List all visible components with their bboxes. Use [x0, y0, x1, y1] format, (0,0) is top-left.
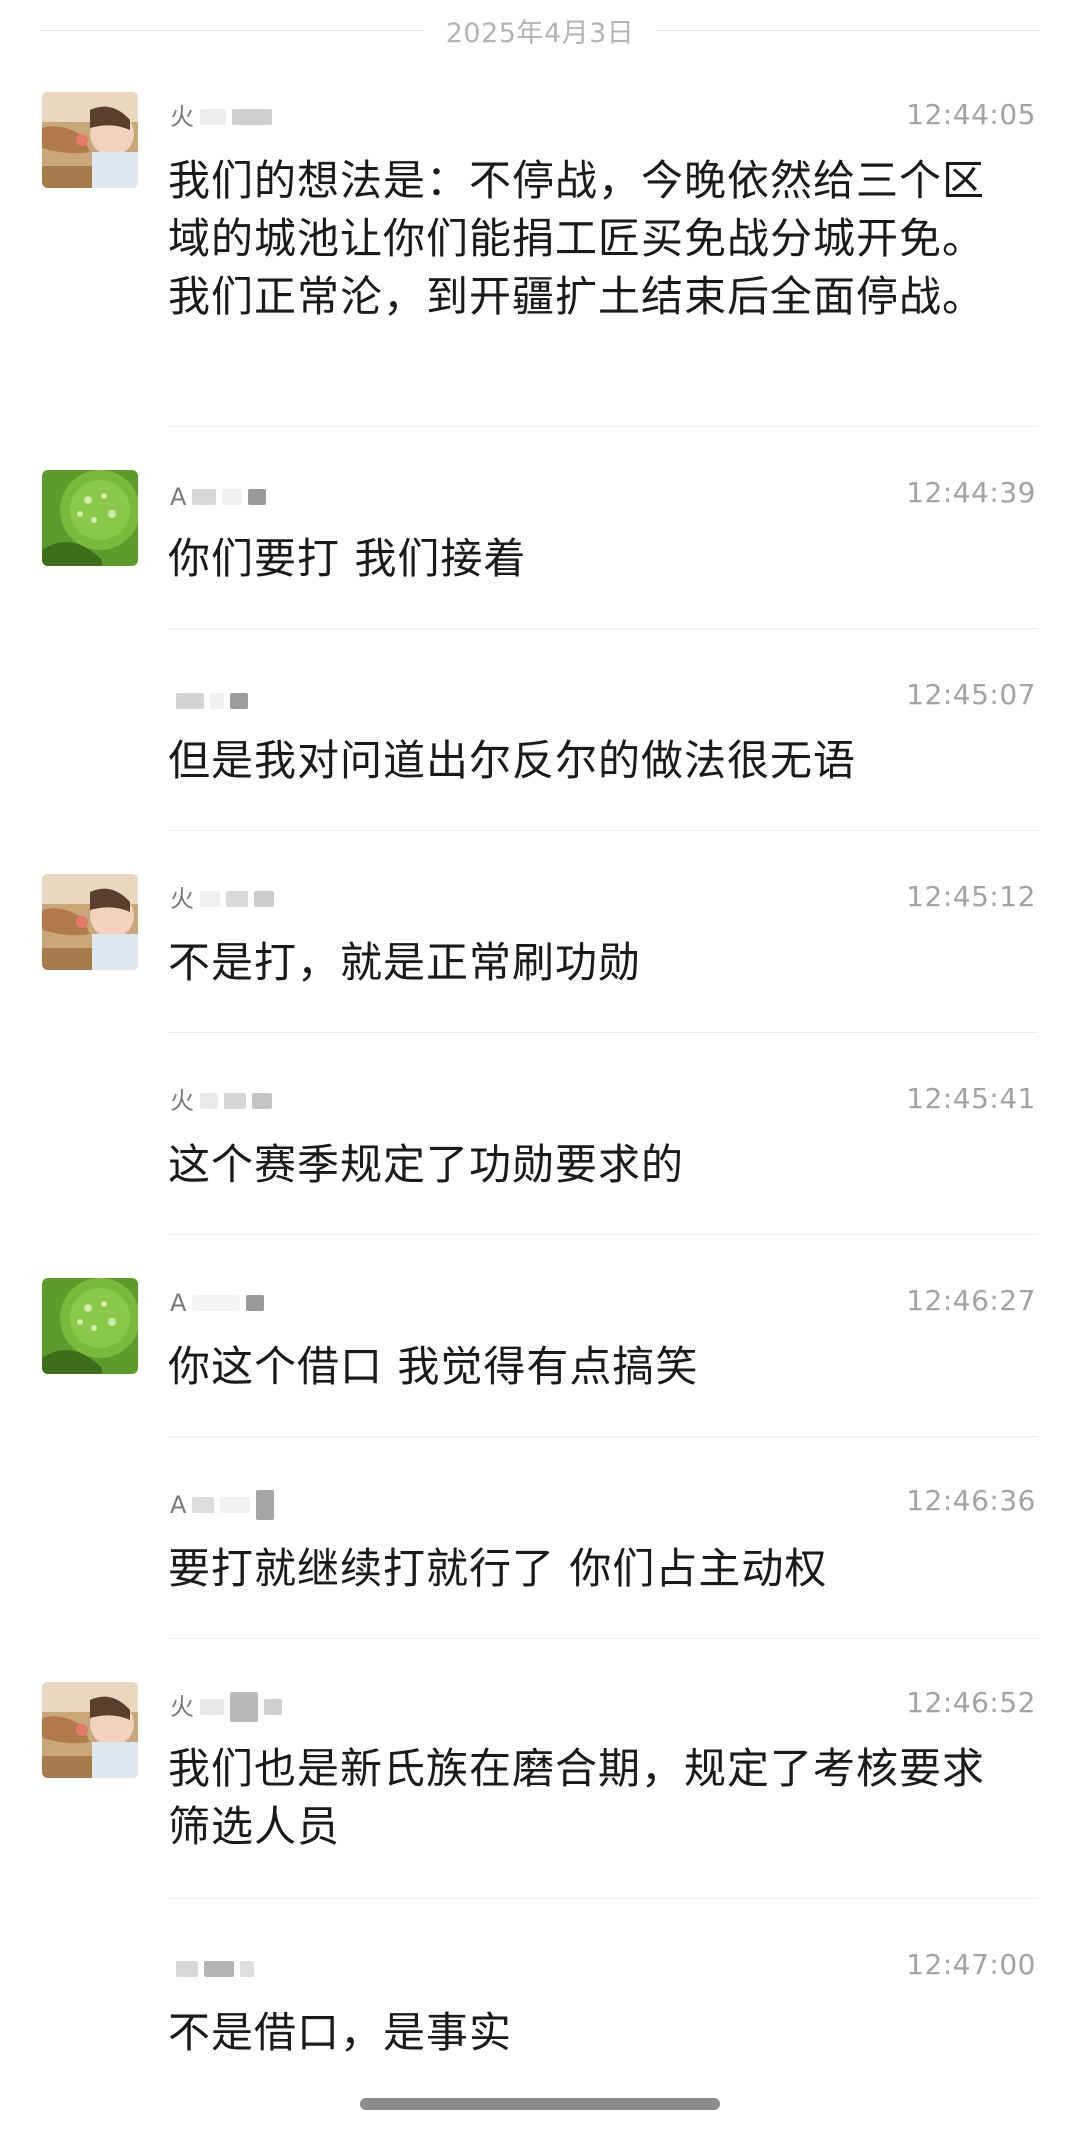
sender-name-initial: 火	[170, 1087, 194, 1115]
redacted-name-block	[200, 891, 220, 907]
leaf-drops-avatar[interactable]	[42, 470, 138, 566]
message-text[interactable]: 这个赛季规定了功勋要求的	[168, 1136, 1008, 1194]
redacted-name-block	[252, 1093, 272, 1109]
redacted-name-block	[226, 891, 248, 907]
redacted-name-block	[222, 489, 243, 505]
redacted-name-block	[200, 1093, 218, 1109]
message-separator	[168, 1638, 1038, 1639]
message-separator	[168, 1436, 1038, 1437]
message-text[interactable]: 但是我对问道出尔反尔的做法很无语	[168, 732, 1008, 790]
sender-name: A	[170, 1289, 265, 1317]
redacted-name-block	[264, 1699, 282, 1715]
message-separator	[168, 1032, 1038, 1033]
redacted-name-block	[200, 1699, 224, 1715]
sender-name	[170, 1956, 254, 1982]
baby-photo-avatar[interactable]	[42, 92, 138, 188]
redacted-name-block	[220, 1497, 251, 1513]
message-text[interactable]: 你们要打 我们接着	[168, 530, 1008, 588]
divider-line-left	[40, 29, 424, 31]
message-timestamp: 12:45:07	[906, 678, 1036, 711]
sender-name: 火	[170, 1692, 282, 1722]
message-timestamp: 12:45:12	[906, 880, 1036, 913]
redacted-name-block	[192, 1295, 241, 1311]
message-timestamp: 12:44:05	[906, 98, 1036, 131]
sender-name-initial: 火	[170, 885, 194, 913]
message-timestamp: 12:44:39	[906, 476, 1036, 509]
redacted-name-block	[200, 109, 226, 125]
sender-name-initial: A	[170, 1491, 187, 1519]
redacted-name-block	[192, 489, 217, 505]
date-label: 2025年4月3日	[445, 17, 635, 49]
message-separator	[168, 1898, 1038, 1899]
sender-name-initial: 火	[170, 1693, 194, 1721]
sender-name: A	[170, 483, 267, 511]
message-timestamp: 12:46:36	[906, 1484, 1036, 1517]
sender-name: 火	[170, 886, 274, 912]
redacted-name-block	[248, 489, 267, 505]
redacted-name-block	[176, 693, 204, 709]
message-text[interactable]: 要打就继续打就行了 你们占主动权	[168, 1540, 1008, 1598]
redacted-name-block	[210, 693, 224, 709]
baby-photo-avatar[interactable]	[42, 874, 138, 970]
message-text[interactable]: 我们的想法是：不停战，今晚依然给三个区域的城池让你们能捐工匠买免战分城开免。我们…	[168, 152, 1008, 326]
sender-name-initial: A	[170, 483, 187, 511]
message-timestamp: 12:47:00	[906, 1948, 1036, 1981]
message-text[interactable]: 你这个借口 我觉得有点搞笑	[168, 1338, 1008, 1396]
redacted-name-block	[224, 1093, 246, 1109]
message-timestamp: 12:45:41	[906, 1082, 1036, 1115]
sender-name-initial: 火	[170, 103, 194, 131]
message-timestamp: 12:46:52	[906, 1686, 1036, 1719]
redacted-name-block	[230, 1692, 258, 1722]
divider-line-right	[656, 29, 1041, 31]
home-indicator-bar[interactable]	[360, 2098, 720, 2110]
sender-name: 火	[170, 1088, 272, 1114]
redacted-name-block	[246, 1295, 265, 1311]
message-timestamp: 12:46:27	[906, 1284, 1036, 1317]
baby-photo-avatar[interactable]	[42, 1682, 138, 1778]
message-text[interactable]: 我们也是新氏族在磨合期，规定了考核要求筛选人员	[168, 1740, 1008, 1856]
redacted-name-block	[192, 1497, 215, 1513]
redacted-name-block	[204, 1961, 234, 1977]
leaf-drops-avatar[interactable]	[42, 1278, 138, 1374]
message-separator	[168, 426, 1038, 427]
message-separator	[168, 830, 1038, 831]
sender-name	[170, 688, 248, 714]
message-text[interactable]: 不是打，就是正常刷功勋	[168, 934, 1008, 992]
message-separator	[168, 1234, 1038, 1235]
redacted-name-block	[232, 109, 272, 125]
redacted-name-block	[256, 1490, 275, 1520]
redacted-name-block	[176, 1961, 198, 1977]
message-separator	[168, 628, 1038, 629]
sender-name: A	[170, 1490, 275, 1520]
redacted-name-block	[230, 693, 248, 709]
message-text[interactable]: 不是借口，是事实	[168, 2004, 1008, 2062]
sender-name: 火	[170, 104, 272, 130]
redacted-name-block	[254, 891, 274, 907]
sender-name-initial: A	[170, 1289, 187, 1317]
date-divider: 2025年4月3日	[40, 0, 1041, 60]
redacted-name-block	[240, 1961, 254, 1977]
